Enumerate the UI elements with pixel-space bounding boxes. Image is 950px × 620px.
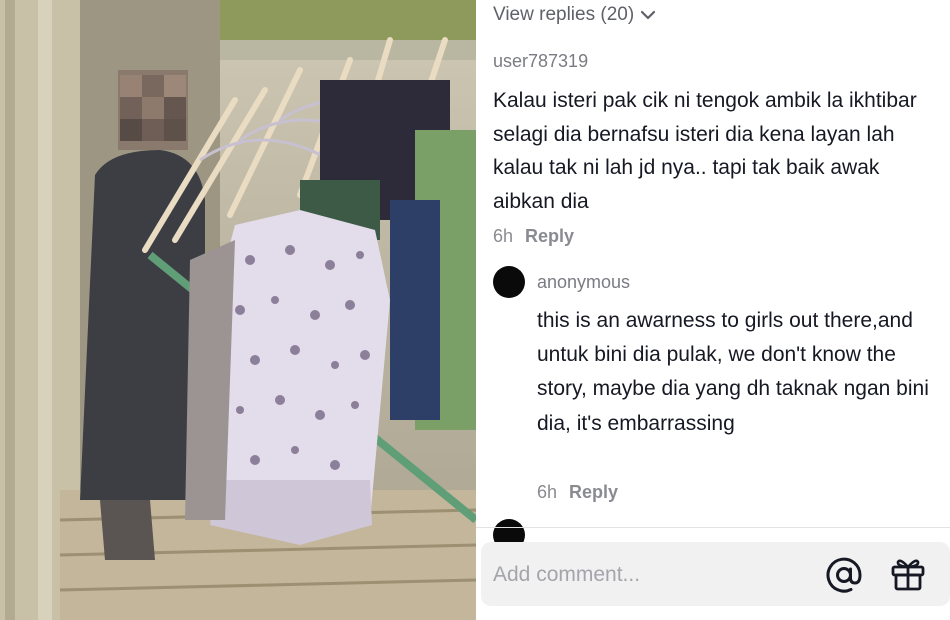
comment-meta: 6h Reply: [493, 226, 574, 247]
reply-time: 6h: [537, 482, 558, 502]
clothesline-photo: [0, 0, 476, 620]
chevron-down-icon: [641, 10, 656, 20]
at-icon[interactable]: [825, 556, 863, 594]
comment-input-bar[interactable]: Add comment...: [481, 542, 950, 606]
avatar[interactable]: [493, 266, 525, 298]
reply-meta: 6h Reply: [537, 482, 618, 503]
reply-username[interactable]: anonymous: [537, 272, 630, 293]
comment-username[interactable]: user787319: [493, 51, 588, 72]
comment-reply-button[interactable]: Reply: [525, 226, 574, 247]
comments-panel: View replies (20) user787319 Kalau ister…: [476, 0, 950, 620]
reply-reply-button[interactable]: Reply: [569, 482, 618, 503]
photo-panel: [0, 0, 476, 620]
comment-text: Kalau isteri pak cik ni tengok ambik la …: [493, 89, 917, 213]
view-replies-label: View replies (20): [493, 4, 635, 25]
comment-input[interactable]: Add comment...: [493, 563, 640, 587]
comment-time: 6h: [493, 226, 514, 246]
input-divider: [476, 527, 950, 528]
gift-icon[interactable]: [890, 556, 926, 592]
view-replies-button[interactable]: View replies (20): [493, 4, 658, 26]
reply-text: this is an awarness to girls out there,a…: [537, 309, 929, 435]
